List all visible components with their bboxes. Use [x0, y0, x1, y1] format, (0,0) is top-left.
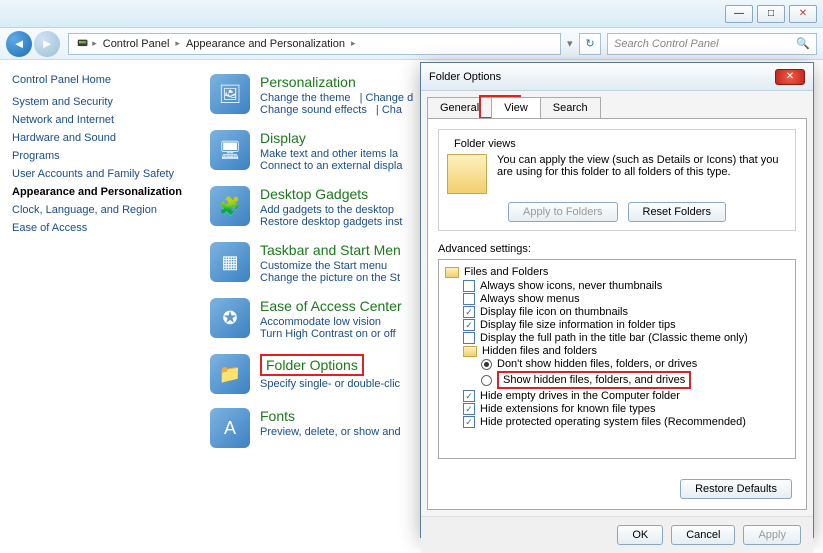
taskbar-icon: ▦: [210, 242, 250, 282]
dialog-close-button[interactable]: ✕: [775, 69, 805, 85]
checkbox[interactable]: ✓: [463, 306, 475, 318]
chevron-right-icon: ▸: [90, 38, 99, 49]
checkbox[interactable]: ✓: [463, 390, 475, 402]
folder-views-icon: [447, 154, 487, 194]
tab-view[interactable]: View: [491, 97, 541, 118]
sidebar-item-system[interactable]: System and Security: [12, 96, 188, 108]
advanced-settings-label: Advanced settings:: [438, 243, 796, 255]
dialog-title: Folder Options: [429, 71, 501, 83]
tree-item-label: Hide extensions for known file types: [480, 403, 655, 415]
radio-label-highlighted: Show hidden files, folders, and drives: [497, 371, 691, 389]
personalization-link[interactable]: Personalization: [260, 74, 419, 90]
display-icon: 🖥: [210, 130, 250, 170]
sidebar: Control Panel Home System and Security N…: [0, 60, 200, 546]
sub-link[interactable]: Cha: [382, 104, 402, 116]
checkbox[interactable]: ✓: [463, 416, 475, 428]
close-button[interactable]: ✕: [789, 5, 817, 23]
refresh-button[interactable]: ↻: [579, 33, 601, 55]
breadcrumb-appearance[interactable]: Appearance and Personalization: [182, 38, 349, 50]
sidebar-item-ease-of-access[interactable]: Ease of Access: [12, 222, 188, 234]
tab-panel-view: Folder views You can apply the view (suc…: [427, 118, 807, 510]
display-link[interactable]: Display: [260, 130, 408, 146]
fonts-link[interactable]: Fonts: [260, 408, 407, 424]
sub-link[interactable]: Connect to an external displa: [260, 160, 402, 172]
control-panel-home-link[interactable]: Control Panel Home: [12, 74, 188, 86]
sub-link[interactable]: Specify single- or double-clic: [260, 378, 400, 390]
sidebar-item-network[interactable]: Network and Internet: [12, 114, 188, 126]
folder-options-link[interactable]: Folder Options: [260, 354, 364, 376]
cancel-button[interactable]: Cancel: [671, 525, 735, 545]
change-theme-link[interactable]: Change the theme: [260, 92, 351, 104]
folder-views-label: Folder views: [451, 138, 519, 150]
fonts-icon: A: [210, 408, 250, 448]
sub-link[interactable]: Change d: [366, 92, 414, 104]
sub-link[interactable]: Turn High Contrast on or off: [260, 328, 396, 340]
sidebar-item-clock[interactable]: Clock, Language, and Region: [12, 204, 188, 216]
window-titlebar: — □ ✕: [0, 0, 823, 28]
radio-dont-show-hidden[interactable]: [481, 359, 492, 370]
folder-options-icon: 📁: [210, 354, 250, 394]
tree-item-label: Always show menus: [480, 293, 580, 305]
checkbox[interactable]: ✓: [463, 403, 475, 415]
tab-search[interactable]: Search: [540, 97, 601, 118]
restore-defaults-button[interactable]: Restore Defaults: [680, 479, 792, 499]
tree-item-label: Display file size information in folder …: [480, 319, 676, 331]
folder-icon: [445, 267, 459, 278]
sub-link[interactable]: Add gadgets to the desktop: [260, 204, 394, 216]
sub-link[interactable]: Make text and other items la: [260, 148, 398, 160]
folder-icon: [463, 346, 477, 357]
change-sound-link[interactable]: Change sound effects: [260, 104, 367, 116]
sidebar-item-hardware[interactable]: Hardware and Sound: [12, 132, 188, 144]
sub-link[interactable]: Change the picture on the St: [260, 272, 400, 284]
sidebar-item-appearance[interactable]: Appearance and Personalization: [12, 186, 188, 198]
chevron-right-icon: ▸: [173, 38, 182, 49]
sub-link[interactable]: Restore desktop gadgets inst: [260, 216, 402, 228]
advanced-settings-tree[interactable]: Files and Folders Always show icons, nev…: [438, 259, 796, 459]
folder-views-group: Folder views You can apply the view (suc…: [438, 129, 796, 231]
tree-item-label: Display file icon on thumbnails: [480, 306, 628, 318]
back-button[interactable]: ◄: [6, 31, 32, 57]
checkbox[interactable]: [463, 293, 475, 305]
folder-views-text: You can apply the view (such as Details …: [497, 154, 787, 194]
apply-to-folders-button[interactable]: Apply to Folders: [508, 202, 617, 222]
minimize-button[interactable]: —: [725, 5, 753, 23]
search-icon: 🔍: [796, 37, 810, 50]
tree-item-label: Always show icons, never thumbnails: [480, 280, 662, 292]
dialog-titlebar: Folder Options ✕: [421, 63, 813, 91]
reset-folders-button[interactable]: Reset Folders: [628, 202, 726, 222]
sidebar-item-programs[interactable]: Programs: [12, 150, 188, 162]
folder-options-dialog: Folder Options ✕ General View Search Fol…: [420, 62, 814, 538]
ok-button[interactable]: OK: [617, 525, 663, 545]
search-placeholder: Search Control Panel: [614, 38, 719, 50]
navigation-bar: ◄ ► 📟 ▸ Control Panel ▸ Appearance and P…: [0, 28, 823, 60]
ease-of-access-icon: ✪: [210, 298, 250, 338]
forward-button[interactable]: ►: [34, 31, 60, 57]
sidebar-item-user-accounts[interactable]: User Accounts and Family Safety: [12, 168, 188, 180]
tree-root-label: Files and Folders: [464, 266, 548, 278]
radio-label: Don't show hidden files, folders, or dri…: [497, 358, 697, 370]
search-input[interactable]: Search Control Panel 🔍: [607, 33, 817, 55]
tree-item-label: Display the full path in the title bar (…: [480, 332, 748, 344]
checkbox[interactable]: [463, 280, 475, 292]
address-bar[interactable]: 📟 ▸ Control Panel ▸ Appearance and Perso…: [68, 33, 561, 55]
sub-link[interactable]: Accommodate low vision: [260, 316, 381, 328]
desktop-gadgets-link[interactable]: Desktop Gadgets: [260, 186, 408, 202]
maximize-button[interactable]: □: [757, 5, 785, 23]
checkbox[interactable]: ✓: [463, 319, 475, 331]
apply-button[interactable]: Apply: [743, 525, 801, 545]
checkbox[interactable]: [463, 332, 475, 344]
sub-link[interactable]: Customize the Start menu: [260, 260, 387, 272]
hidden-group-label: Hidden files and folders: [482, 345, 597, 357]
personalization-icon: 🖼: [210, 74, 250, 114]
taskbar-link[interactable]: Taskbar and Start Men: [260, 242, 406, 258]
tree-item-label: Hide protected operating system files (R…: [480, 416, 746, 428]
breadcrumb-control-panel[interactable]: Control Panel: [99, 38, 174, 50]
chevron-right-icon: ▸: [349, 38, 358, 49]
radio-show-hidden[interactable]: [481, 375, 492, 386]
ease-of-access-link[interactable]: Ease of Access Center: [260, 298, 402, 314]
gadgets-icon: 🧩: [210, 186, 250, 226]
tree-item-label: Hide empty drives in the Computer folder: [480, 390, 680, 402]
sub-link[interactable]: Preview, delete, or show and: [260, 426, 401, 438]
chevron-icon: 📟: [75, 38, 90, 49]
